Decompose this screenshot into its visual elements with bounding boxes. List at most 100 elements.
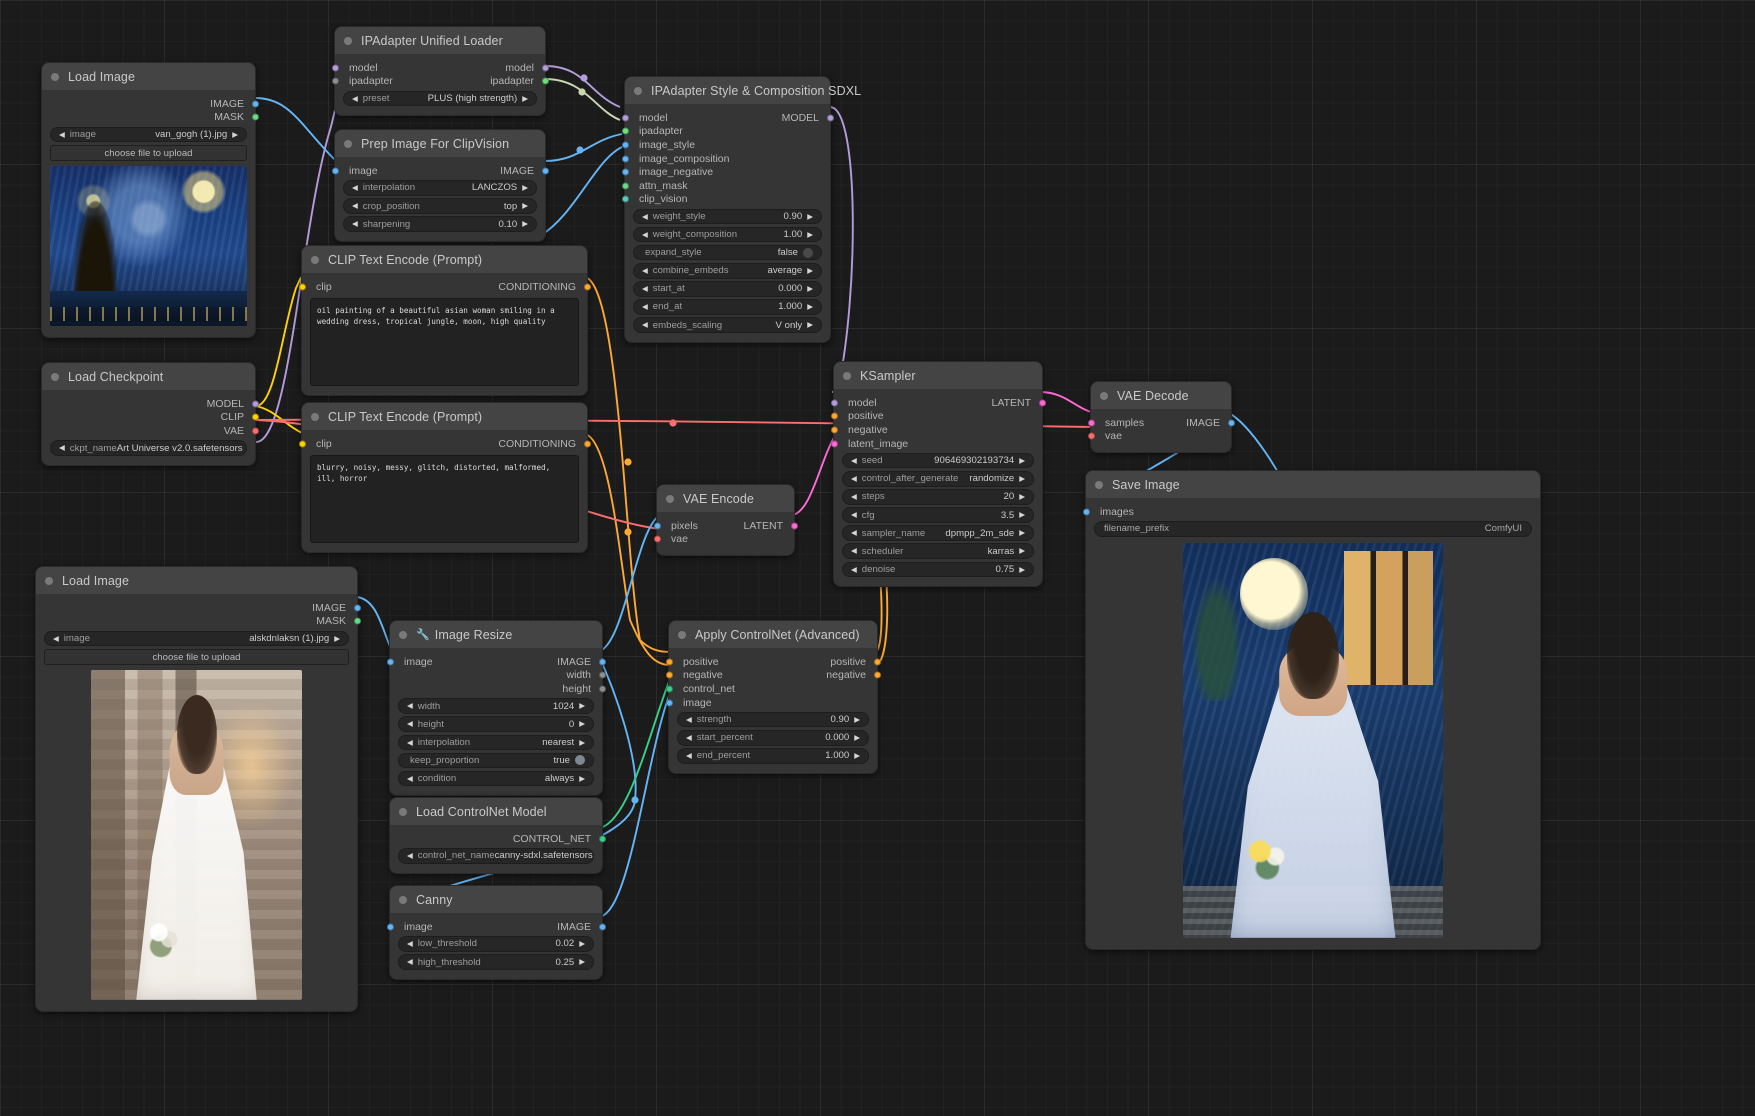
slot-dot-image-icon[interactable]: [665, 699, 673, 707]
increment-arrow-icon[interactable]: ▶: [854, 752, 860, 760]
output-slot-clip[interactable]: CLIP: [42, 411, 259, 425]
slot-dot-attn-mask-icon[interactable]: [621, 182, 629, 190]
node-load-image-style[interactable]: Load Image IMAGE MASK ◀ image van_gogh (…: [41, 62, 259, 338]
slot-control-net[interactable]: control_net: [665, 682, 877, 696]
choose-file-to-upload-button[interactable]: choose file to upload: [44, 649, 349, 665]
slot-dot-model-in-icon[interactable]: [331, 64, 339, 72]
widget-image[interactable]: ◀ image van_gogh (1).jpg ▶: [50, 126, 247, 143]
slot-dot-mask-icon[interactable]: [251, 113, 259, 121]
node-graph-canvas[interactable]: Load Image IMAGE MASK ◀ image van_gogh (…: [0, 0, 1755, 1116]
widget-expand-style[interactable]: expand_style false: [633, 244, 822, 261]
toggle-knob-icon[interactable]: [803, 247, 813, 258]
node-clip-text-encode-positive[interactable]: CLIP Text Encode (Prompt) clip CONDITION…: [298, 245, 591, 396]
increment-arrow-icon[interactable]: ▶: [854, 716, 860, 724]
slot-dot-clip-icon[interactable]: [298, 283, 306, 291]
node-title-bar[interactable]: KSampler: [834, 362, 1042, 389]
increment-arrow-icon[interactable]: ▶: [1019, 547, 1025, 555]
decrement-arrow-icon[interactable]: ◀: [59, 131, 65, 139]
node-vae-encode[interactable]: VAE Encode pixels LATENT vae: [653, 484, 798, 557]
slot-dot-ipadapter-icon[interactable]: [621, 127, 629, 135]
decrement-arrow-icon[interactable]: ◀: [686, 734, 692, 742]
node-title-bar[interactable]: VAE Encode: [657, 485, 794, 512]
decrement-arrow-icon[interactable]: ◀: [851, 529, 857, 537]
increment-arrow-icon[interactable]: ▶: [807, 231, 813, 239]
increment-arrow-icon[interactable]: ▶: [522, 202, 528, 210]
slot-dot-image-out-icon[interactable]: [598, 923, 606, 931]
slot-ipadapter[interactable]: ipadapter: [621, 125, 830, 139]
widget-end-at[interactable]: ◀ end_at 1.000 ▶: [633, 299, 822, 315]
decrement-arrow-icon[interactable]: ◀: [851, 457, 857, 465]
widget-sharpening[interactable]: ◀ sharpening 0.10 ▶: [343, 216, 537, 232]
slot-dot-model-icon[interactable]: [251, 400, 259, 408]
collapse-dot-icon[interactable]: [1095, 480, 1103, 489]
slot-dot-positive-in-icon[interactable]: [665, 658, 673, 666]
slot-image[interactable]: image IMAGE: [331, 164, 549, 178]
widget-interpolation[interactable]: ◀ interpolation nearest ▶: [398, 734, 594, 751]
node-title-bar[interactable]: IPAdapter Unified Loader: [335, 27, 545, 54]
result-image-preview[interactable]: [1183, 542, 1443, 938]
slot-dot-image-icon[interactable]: [1227, 419, 1235, 427]
slot-dot-negative-icon[interactable]: [830, 426, 838, 434]
increment-arrow-icon[interactable]: ▶: [522, 95, 528, 103]
slot-dot-model-icon[interactable]: [621, 114, 629, 122]
slot-image[interactable]: image: [665, 696, 877, 710]
widget-high-threshold[interactable]: ◀ high_threshold 0.25 ▶: [398, 954, 594, 970]
output-slot-mask[interactable]: MASK: [36, 615, 361, 629]
slot-dot-mask-icon[interactable]: [353, 617, 361, 625]
widget-steps[interactable]: ◀ steps 20 ▶: [842, 489, 1034, 505]
slot-dot-clip-vision-icon[interactable]: [621, 195, 629, 203]
collapse-dot-icon[interactable]: [399, 895, 407, 904]
increment-arrow-icon[interactable]: ▶: [1019, 457, 1025, 465]
node-apply-controlnet-advanced[interactable]: Apply ControlNet (Advanced) positive pos…: [665, 620, 881, 774]
node-ksampler[interactable]: KSampler model LATENT positive negative …: [830, 361, 1046, 588]
slot-image-negative[interactable]: image_negative: [621, 165, 830, 179]
increment-arrow-icon[interactable]: ▶: [1019, 475, 1025, 483]
widget-condition[interactable]: ◀ condition always ▶: [398, 770, 594, 787]
node-ipadapter-unified-loader[interactable]: IPAdapter Unified Loader model model ipa…: [331, 26, 549, 117]
collapse-dot-icon[interactable]: [51, 72, 59, 81]
slot-dot-negative-out-icon[interactable]: [873, 671, 881, 679]
increment-arrow-icon[interactable]: ▶: [807, 321, 813, 329]
decrement-arrow-icon[interactable]: ◀: [851, 511, 857, 519]
positive-prompt-textarea[interactable]: oil painting of a beautiful asian woman …: [310, 297, 579, 386]
collapse-dot-icon[interactable]: [344, 139, 352, 148]
node-title-bar[interactable]: Load Image: [42, 63, 255, 90]
slot-dot-model-out-icon[interactable]: [541, 64, 549, 72]
slot-vae[interactable]: vae: [1087, 430, 1231, 444]
image-preview[interactable]: [91, 669, 302, 1000]
slot-dot-latent-icon[interactable]: [790, 522, 798, 530]
widget-scheduler[interactable]: ◀ scheduler karras ▶: [842, 543, 1034, 559]
output-slot-model[interactable]: MODEL: [42, 397, 259, 411]
widget-keep-proportion[interactable]: keep_proportion true: [398, 752, 594, 769]
slot-dot-image-composition-icon[interactable]: [621, 155, 629, 163]
slot-latent-image[interactable]: latent_image: [830, 437, 1042, 451]
decrement-arrow-icon[interactable]: ◀: [686, 716, 692, 724]
slot-model[interactable]: model LATENT: [830, 396, 1046, 410]
increment-arrow-icon[interactable]: ▶: [579, 958, 585, 966]
node-title-bar[interactable]: Load Image: [36, 567, 357, 594]
increment-arrow-icon[interactable]: ▶: [579, 702, 585, 710]
widget-start-at[interactable]: ◀ start_at 0.000 ▶: [633, 281, 822, 297]
slot-image[interactable]: image IMAGE: [386, 655, 606, 669]
slot-dot-clip-icon[interactable]: [251, 413, 259, 421]
widget-weight-composition[interactable]: ◀ weight_composition 1.00 ▶: [633, 226, 822, 243]
decrement-arrow-icon[interactable]: ◀: [407, 775, 413, 783]
decrement-arrow-icon[interactable]: ◀: [59, 444, 65, 452]
node-title-bar[interactable]: Save Image: [1086, 471, 1540, 498]
slot-dot-image-out-icon[interactable]: [598, 658, 606, 666]
slot-samples[interactable]: samples IMAGE: [1087, 416, 1235, 430]
slot-dot-vae-icon[interactable]: [653, 535, 661, 543]
collapse-dot-icon[interactable]: [843, 371, 851, 380]
increment-arrow-icon[interactable]: ▶: [807, 303, 813, 311]
widget-strength[interactable]: ◀ strength 0.90 ▶: [677, 711, 869, 728]
slot-dot-image-icon[interactable]: [353, 604, 361, 612]
slot-dot-image-icon[interactable]: [251, 100, 259, 108]
increment-arrow-icon[interactable]: ▶: [807, 267, 813, 275]
collapse-dot-icon[interactable]: [311, 412, 319, 421]
slot-dot-samples-icon[interactable]: [1087, 419, 1095, 427]
increment-arrow-icon[interactable]: ▶: [807, 285, 813, 293]
decrement-arrow-icon[interactable]: ◀: [642, 231, 648, 239]
decrement-arrow-icon[interactable]: ◀: [407, 958, 413, 966]
slot-dot-conditioning-icon[interactable]: [583, 440, 591, 448]
slot-positive[interactable]: positive positive: [665, 655, 881, 669]
